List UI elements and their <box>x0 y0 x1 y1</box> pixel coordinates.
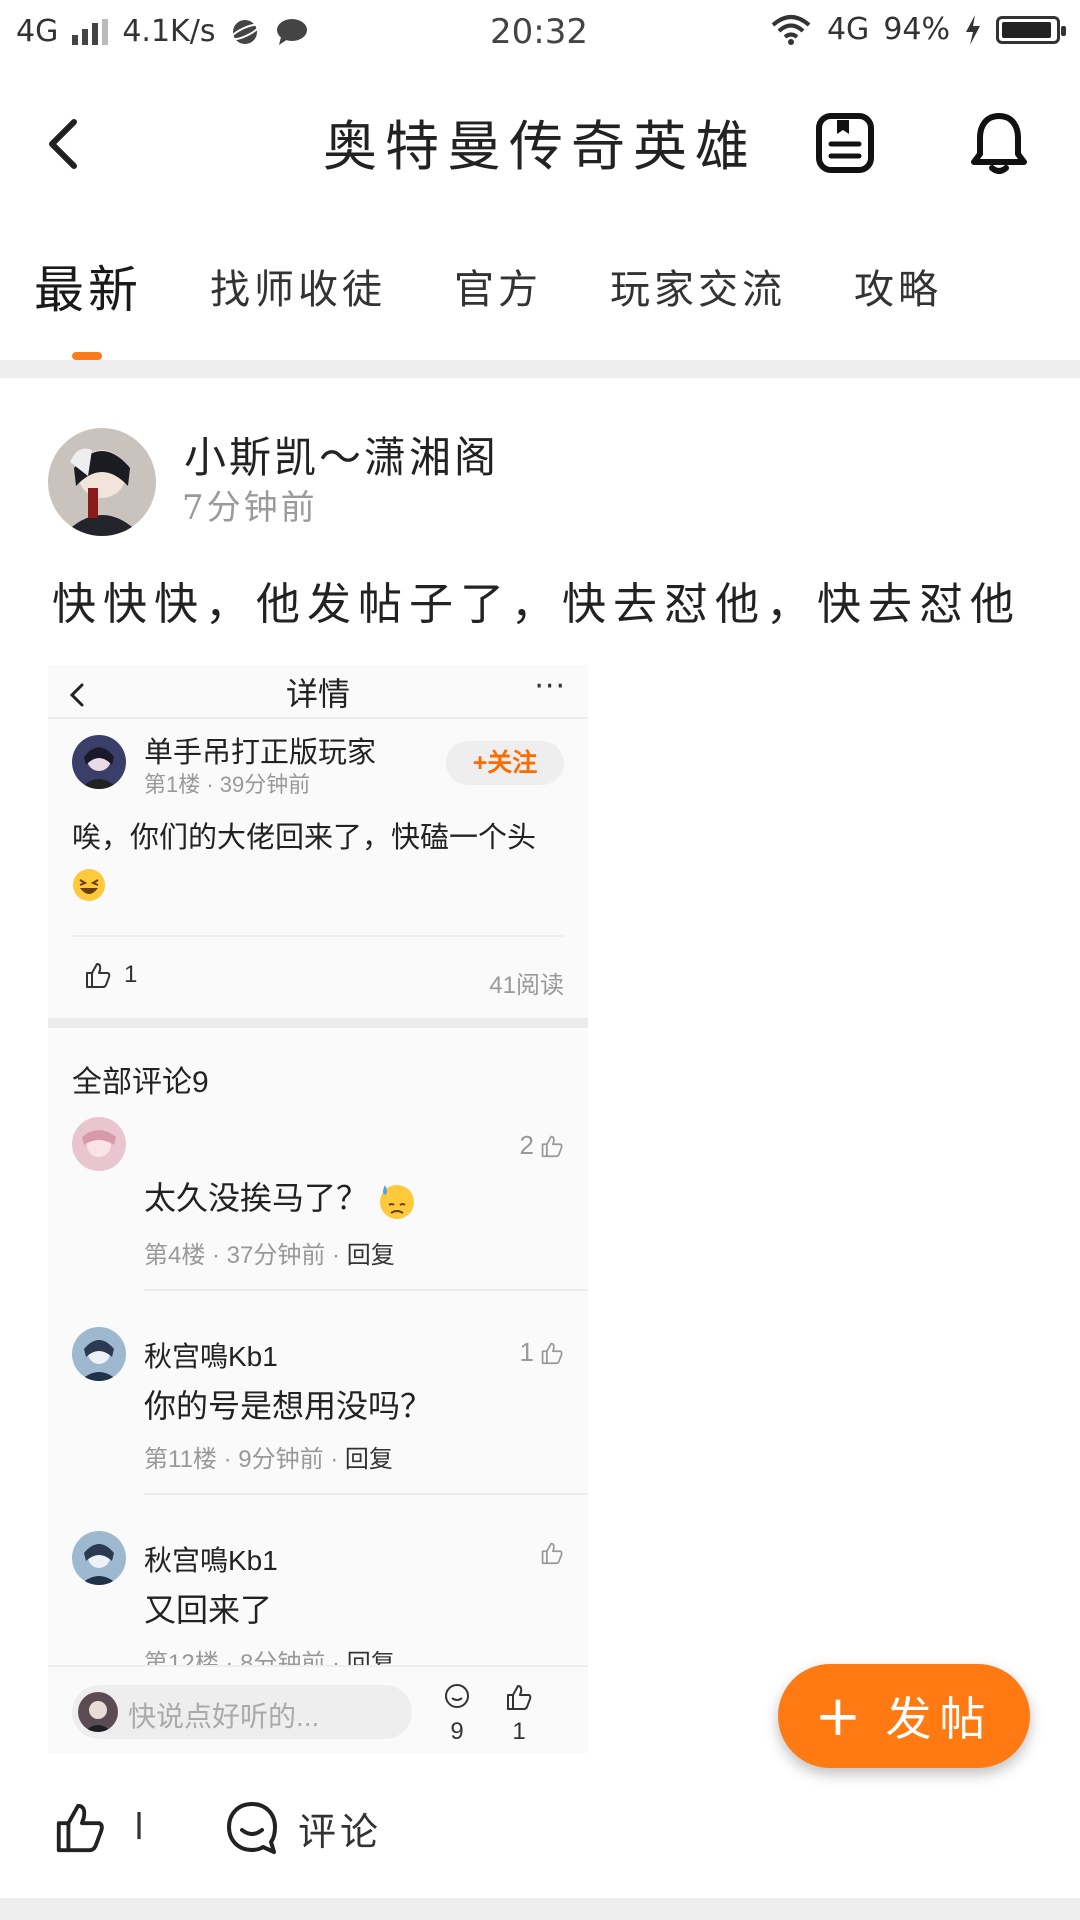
thumbs-up-icon <box>56 1803 104 1853</box>
category-tabs: 最新 找师收徒 官方 玩家交流 攻略 <box>34 250 1010 322</box>
all-comments-label: 全部评论9 <box>72 1066 209 1099</box>
comment-text: 又回来了 <box>144 1592 273 1628</box>
tab-mentor[interactable]: 找师收徒 <box>210 257 386 315</box>
author-avatar[interactable] <box>48 428 156 536</box>
bookmark-book-icon[interactable] <box>815 112 875 174</box>
battery-icon <box>996 15 1066 44</box>
comment-bubble-icon <box>445 1684 469 1708</box>
comment-separator <box>144 1289 588 1291</box>
thumbs-up-icon <box>541 1342 563 1364</box>
comment-meta-text: 第4楼 · 37分钟前 · <box>144 1242 347 1269</box>
author-name[interactable]: 小斯凯～潇湘阁 <box>184 424 499 485</box>
status-left: 4G 4.1K/s <box>16 14 309 49</box>
embedded-comment-count: 9 <box>442 1683 472 1746</box>
battery-percent: 94% <box>883 12 950 47</box>
like-button[interactable]: l <box>52 1800 144 1854</box>
thumbs-up-icon <box>541 1542 563 1565</box>
section-divider <box>0 360 1080 378</box>
status-bar: 4G 4.1K/s 20:32 4G 94% <box>0 0 1080 68</box>
page-title: 奥特曼传奇英雄 <box>323 115 757 178</box>
embedded-comment-input: 快说点好听的... <box>72 1685 412 1739</box>
network-type-right: 4G <box>826 12 870 47</box>
embedded-like-count: 1 <box>504 1683 534 1746</box>
embedded-title: 详情 <box>285 676 350 712</box>
op-like-count: 1 <box>124 961 138 988</box>
comment-meta: 第11楼 · 9分钟前 · 回复 <box>144 1439 393 1474</box>
chat-icon <box>277 18 308 45</box>
new-post-label: 发帖 <box>885 1692 994 1746</box>
comment-avatar <box>72 1117 126 1171</box>
comment-like-count: 2 <box>519 1130 534 1160</box>
op-like: 1 <box>84 961 137 989</box>
comment-bubble-icon <box>227 1802 277 1854</box>
wifi-icon <box>771 14 811 45</box>
embedded-more-icon: ··· <box>534 669 566 704</box>
bell-icon[interactable] <box>968 110 1030 176</box>
thumbs-up-icon <box>86 963 111 988</box>
comment-meta-text: 第11楼 · 9分钟前 · <box>144 1446 345 1473</box>
comment-like <box>540 1541 564 1565</box>
status-time: 20:32 <box>490 12 588 52</box>
laughing-emoji-icon <box>72 868 106 902</box>
embedded-divider <box>48 1018 588 1028</box>
embedded-header: 详情 ··· <box>48 665 588 719</box>
reply-link: 回复 <box>346 1242 395 1269</box>
op-name: 单手吊打正版玩家 <box>144 737 377 769</box>
comment-text-content: 太久没挨马了？ <box>144 1180 369 1216</box>
comment-label: 评论 <box>298 1809 383 1854</box>
comment-button[interactable]: 评论 <box>224 1800 382 1856</box>
network-type-left: 4G <box>16 14 59 49</box>
comment-author: 秋宫鳴Kb1 <box>144 1341 278 1372</box>
like-count-text: 1 <box>512 1718 526 1745</box>
input-avatar <box>78 1692 118 1732</box>
op-body-text: 唉，你们的大佬回来了，快磕一个头 <box>72 822 537 854</box>
embedded-input-placeholder: 快说点好听的... <box>128 1701 320 1732</box>
post-time: 7分钟前 <box>182 488 318 528</box>
tab-official[interactable]: 官方 <box>454 257 542 315</box>
post-text: 快快快，他发帖子了，快去怼他，快去怼他 <box>52 579 1021 630</box>
comment-like: 1 <box>520 1337 564 1368</box>
comment-like-count: 1 <box>519 1337 534 1367</box>
follow-button: +关注 <box>446 741 564 785</box>
post-image[interactable]: 详情 ··· 单手吊打正版玩家 第1楼 · 39分钟前 +关注 唉，你们的大佬回… <box>48 665 588 1753</box>
embedded-comment-bar: 快说点好听的... 9 1 <box>48 1665 588 1753</box>
new-post-button[interactable]: + 发帖 <box>778 1664 1030 1768</box>
sweat-emoji-icon <box>379 1184 414 1219</box>
thumbs-up-icon <box>507 1685 532 1710</box>
comment-count-text: 9 <box>450 1718 464 1745</box>
reply-link: 回复 <box>344 1446 393 1473</box>
comment-text: 你的号是想用没吗？ <box>144 1388 433 1424</box>
charging-icon <box>966 14 980 45</box>
op-separator <box>72 935 564 937</box>
like-count: l <box>134 1806 145 1848</box>
bottom-divider <box>0 1898 1080 1920</box>
status-right: 4G 94% <box>769 12 1066 47</box>
op-read-count: 41阅读 <box>489 972 564 999</box>
op-body: 唉，你们的大佬回来了，快磕一个头 <box>72 815 562 907</box>
comment-separator <box>144 1493 588 1495</box>
comment-avatar <box>72 1531 126 1585</box>
op-avatar <box>72 735 126 789</box>
signal-icon <box>72 18 109 45</box>
plus-icon: + <box>814 1683 862 1749</box>
comment-text: 太久没挨马了？ <box>144 1173 417 1221</box>
thumbs-up-icon <box>541 1135 563 1157</box>
active-tab-indicator <box>72 352 102 360</box>
op-meta: 第1楼 · 39分钟前 <box>144 772 311 797</box>
comment-like: 2 <box>520 1130 564 1161</box>
tab-guide[interactable]: 攻略 <box>854 257 942 315</box>
tab-player-chat[interactable]: 玩家交流 <box>610 257 786 315</box>
tab-latest[interactable]: 最新 <box>34 250 142 322</box>
comment-author: 秋宫鳴Kb1 <box>144 1545 278 1576</box>
comment-avatar <box>72 1327 126 1381</box>
network-speed: 4.1K/s <box>122 14 216 49</box>
planet-icon <box>230 19 261 44</box>
comment-meta: 第4楼 · 37分钟前 · 回复 <box>144 1235 395 1270</box>
